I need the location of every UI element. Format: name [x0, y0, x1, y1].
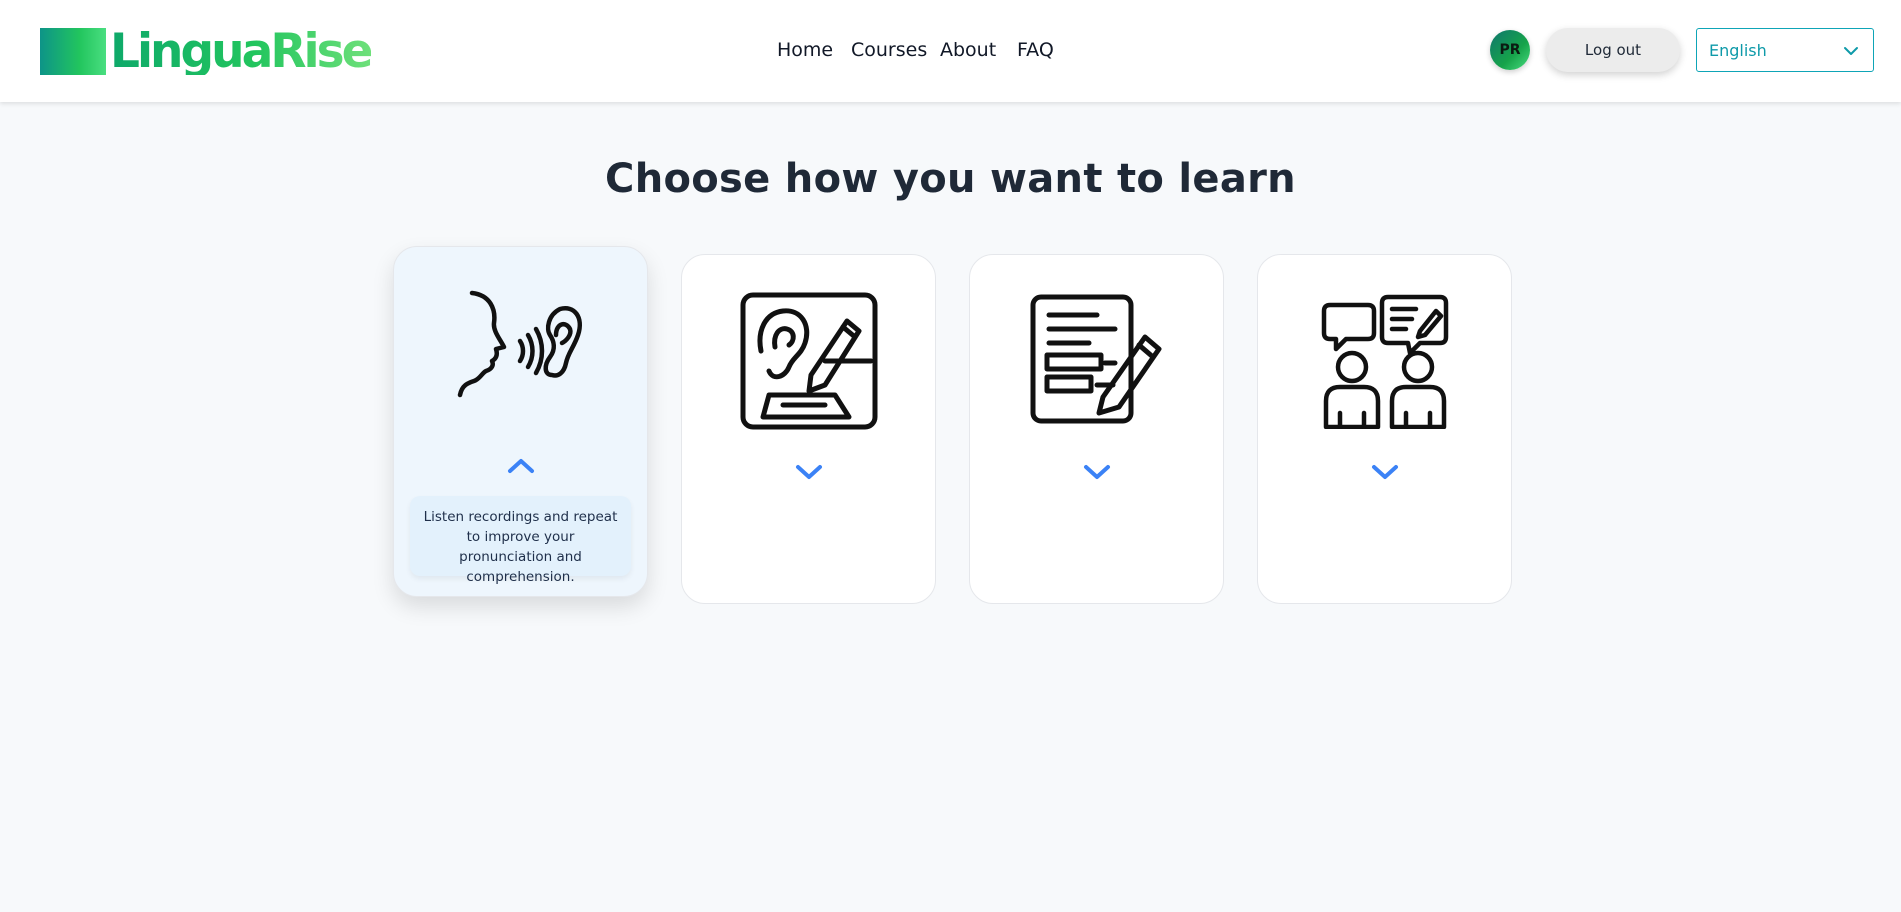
learning-mode-card-listen-repeat[interactable]: Listen recordings and repeat to improve …: [393, 246, 648, 597]
nav-courses[interactable]: Courses: [851, 39, 927, 61]
learning-mode-card-writing[interactable]: [969, 254, 1224, 604]
conversation-people-icon: [1321, 294, 1448, 429]
chevron-down-icon: [1844, 47, 1858, 55]
language-select-value: English: [1709, 41, 1767, 60]
top-header: LinguaRise Home Courses About FAQ PR Log…: [0, 0, 1901, 102]
document-writing-icon: [1030, 294, 1161, 424]
chevron-down-icon[interactable]: [1369, 460, 1401, 484]
logout-button[interactable]: Log out: [1546, 28, 1680, 72]
chevron-down-icon[interactable]: [1081, 460, 1113, 484]
listen-write-icon: [740, 292, 877, 430]
speaking-listening-icon: [457, 290, 582, 398]
card-description: Listen recordings and repeat to improve …: [410, 496, 631, 585]
chevron-up-icon[interactable]: [505, 454, 537, 478]
nav-home[interactable]: Home: [777, 39, 833, 61]
nav-about[interactable]: About: [940, 39, 996, 61]
nav-faq[interactable]: FAQ: [1017, 39, 1054, 61]
user-avatar[interactable]: PR: [1490, 30, 1530, 70]
chevron-down-icon[interactable]: [793, 460, 825, 484]
learning-mode-card-conversation[interactable]: [1257, 254, 1512, 604]
learning-mode-card-listen-write[interactable]: [681, 254, 936, 604]
language-select[interactable]: English: [1696, 28, 1874, 72]
page-title: Choose how you want to learn: [605, 156, 1296, 202]
